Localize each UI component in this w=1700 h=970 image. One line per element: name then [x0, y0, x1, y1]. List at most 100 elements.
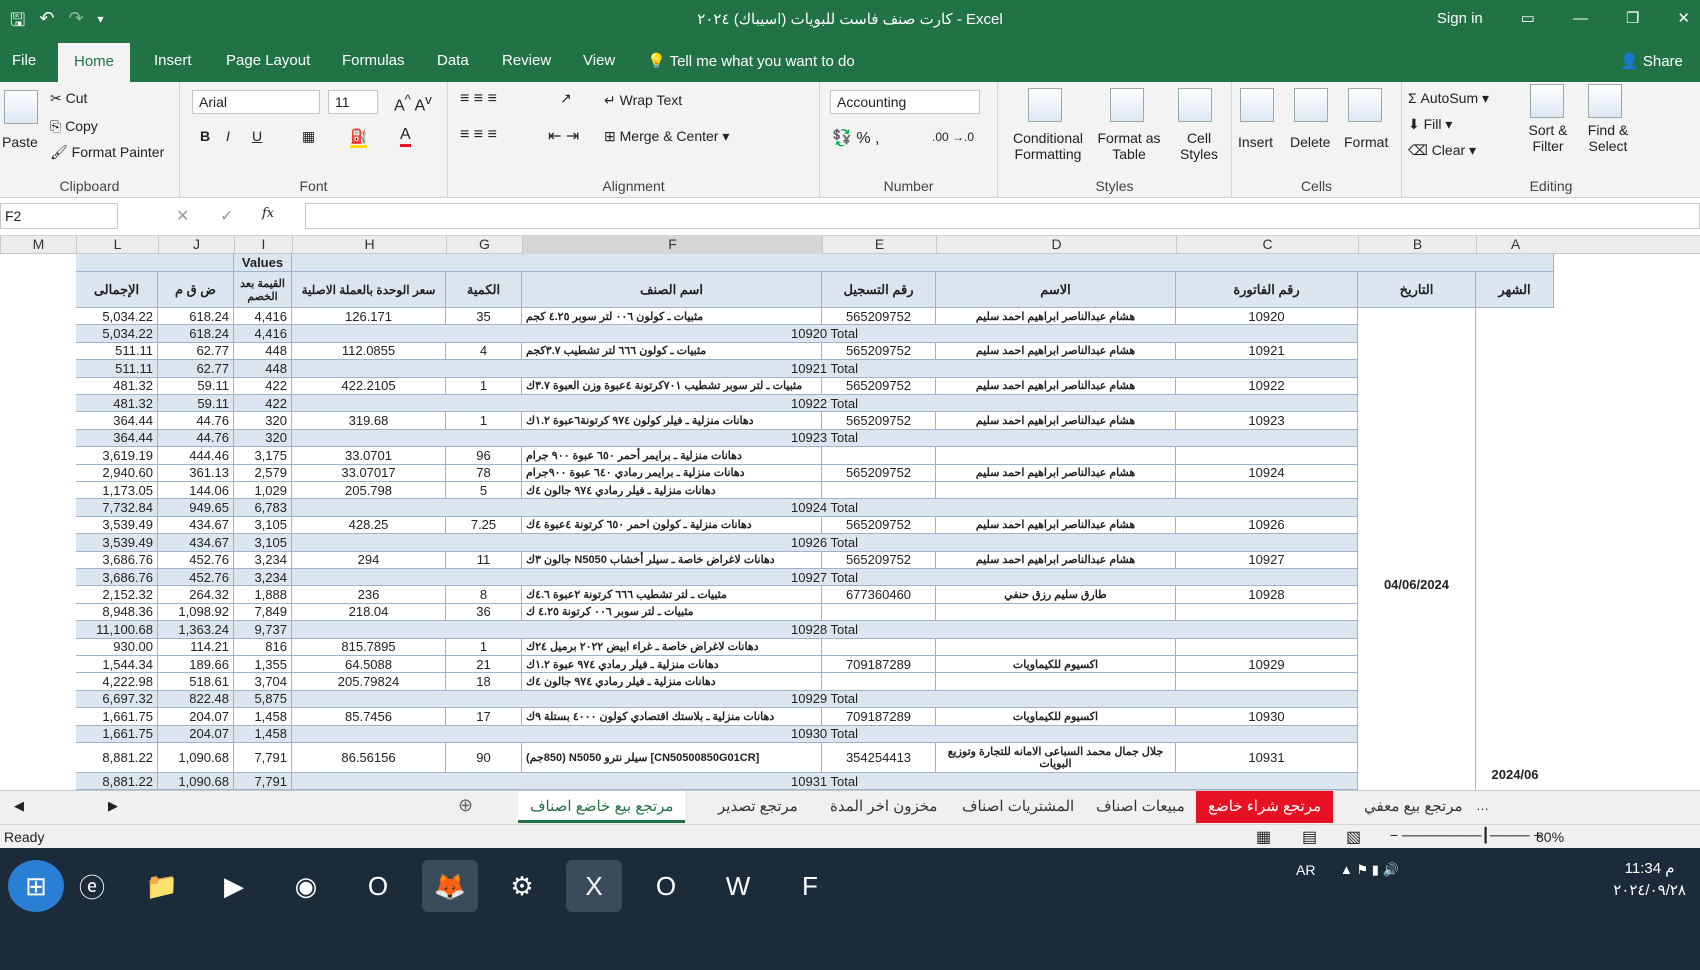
cell-L[interactable]: 481.32 — [76, 377, 158, 395]
cell-I[interactable]: 3,704 — [234, 673, 292, 691]
name-box[interactable]: F2 — [0, 203, 118, 229]
excel-icon[interactable]: X — [566, 860, 622, 912]
tab-review[interactable]: Review — [502, 52, 551, 69]
cell-J[interactable]: 434.67 — [158, 516, 234, 535]
sheet-tab-6[interactable]: مرتجع بيع معفي — [1352, 791, 1475, 823]
grow-font-icon[interactable]: A^ Av — [394, 92, 432, 115]
cell-L[interactable]: 4,222.98 — [76, 673, 158, 691]
col-header-H[interactable]: H — [292, 236, 446, 254]
cell-G[interactable]: 4 — [446, 342, 522, 361]
cell-E[interactable]: 565209752 — [822, 377, 936, 395]
cell-D[interactable] — [936, 603, 1176, 622]
find-select-icon[interactable] — [1588, 84, 1622, 118]
tab-view[interactable]: View — [583, 52, 615, 69]
ie-icon[interactable]: ⓔ — [64, 860, 120, 912]
cell-D[interactable]: هشام عبدالناصر ابراهيم احمد سليم — [936, 342, 1176, 361]
align-top-icon[interactable]: ≡ ≡ ≡ — [460, 90, 497, 108]
cell-I[interactable]: 448 — [234, 342, 292, 361]
new-sheet-icon[interactable]: ⊕ — [458, 795, 473, 816]
col-header-C[interactable]: C — [1176, 236, 1358, 254]
cell-J[interactable]: 518.61 — [158, 673, 234, 691]
cell-H[interactable]: 126.171 — [292, 308, 446, 326]
tray-icons[interactable]: ▲ ⚑ ▮ 🔊 — [1340, 862, 1399, 878]
cell-J[interactable]: 59.11 — [158, 395, 234, 413]
cell-J[interactable]: 204.07 — [158, 708, 234, 726]
borders-icon[interactable]: ▦ — [302, 128, 315, 145]
cell-D[interactable] — [936, 638, 1176, 656]
cell-G[interactable]: 18 — [446, 673, 522, 691]
sheet-tab-1[interactable]: مرتجع تصدير — [706, 791, 810, 823]
cell-I[interactable]: 4,416 — [234, 325, 292, 343]
fill-button[interactable]: ⬇ Fill ▾ — [1408, 116, 1452, 133]
header-D[interactable]: الاسم — [936, 272, 1176, 308]
language-indicator[interactable]: AR — [1296, 862, 1315, 878]
cell-D[interactable]: اكسيوم للكيماويات — [936, 656, 1176, 674]
cell-J[interactable]: 434.67 — [158, 534, 234, 552]
col-header-M[interactable]: M — [0, 236, 76, 254]
tab-page-layout[interactable]: Page Layout — [226, 52, 310, 69]
cell-G[interactable]: 96 — [446, 447, 522, 465]
indent-icon[interactable]: ⇤ ⇥ — [548, 126, 579, 146]
cell-F[interactable]: دهانات منزلية ـ برايمر رمادي ٦٤٠ عبوة ٩٠… — [522, 464, 822, 482]
cell-D[interactable]: طارق سليم رزق حنفي — [936, 586, 1176, 604]
cell-H[interactable]: 428.25 — [292, 516, 446, 535]
cell-F[interactable]: مثبيات ـ لتر تشطيب ٦٦٦ كرتونة ٢عبوة ٤.٦ك — [522, 586, 822, 604]
col-header-F[interactable]: F — [522, 236, 822, 254]
restore-icon[interactable]: ❐ — [1626, 9, 1639, 27]
cell-L[interactable]: 8,881.22 — [76, 743, 158, 773]
cell-C[interactable]: 10924 — [1176, 464, 1358, 482]
cell-C[interactable] — [1176, 447, 1358, 465]
cell-C[interactable]: 10927 — [1176, 551, 1358, 569]
cell-H[interactable]: 86.56156 — [292, 743, 446, 773]
cell-G[interactable]: 11 — [446, 551, 522, 569]
cell-C[interactable]: 10920 — [1176, 308, 1358, 326]
game-icon[interactable]: F — [782, 860, 838, 912]
enter-icon[interactable]: ✓ — [220, 206, 233, 226]
more-sheets-icon[interactable]: … — [1476, 798, 1489, 813]
cell-E[interactable] — [822, 482, 936, 500]
cell-I[interactable]: 3,175 — [234, 447, 292, 465]
cell-C[interactable]: 10921 — [1176, 342, 1358, 361]
explorer-icon[interactable]: 📁 — [134, 860, 190, 912]
start-icon[interactable]: ⊞ — [8, 860, 64, 912]
cell-I[interactable]: 9,737 — [234, 621, 292, 639]
cell-L[interactable]: 5,034.22 — [76, 325, 158, 343]
cell-I[interactable]: 3,105 — [234, 534, 292, 552]
conditional-formatting-icon[interactable] — [1028, 88, 1062, 122]
cell-L[interactable]: 3,539.49 — [76, 516, 158, 535]
format-cells-icon[interactable] — [1348, 88, 1382, 122]
scroll-left-icon[interactable]: ◀ — [14, 798, 24, 814]
cell-E[interactable]: 565209752 — [822, 342, 936, 361]
cell-F[interactable]: دهانات لاغراض خاصة ـ غراء ابيض ٢٠٢٢ برمي… — [522, 638, 822, 656]
cell-E[interactable]: 565209752 — [822, 308, 936, 326]
cell-C[interactable]: 10923 — [1176, 412, 1358, 430]
col-header-D[interactable]: D — [936, 236, 1176, 254]
sheet-tab-4[interactable]: مبيعات اصناف — [1084, 791, 1197, 823]
cell-F[interactable]: دهانات منزلية ـ برايمر أحمر ٦٥٠ عبوة ٩٠٠… — [522, 447, 822, 465]
underline-icon[interactable]: U — [252, 128, 262, 144]
cell-L[interactable]: 364.44 — [76, 412, 158, 430]
cancel-icon[interactable]: ✕ — [176, 206, 189, 226]
cell-I[interactable]: 448 — [234, 360, 292, 378]
sheet-tab-0[interactable]: مرتجع بيع خاضع اصناف — [518, 791, 686, 823]
cell-J[interactable]: 44.76 — [158, 429, 234, 448]
header-C[interactable]: رقم الفاتورة — [1176, 272, 1358, 308]
cell-G[interactable]: 21 — [446, 656, 522, 674]
cell-F[interactable]: دهانات منزلية ـ بلاستك اقتصادي كولون ٤٠٠… — [522, 708, 822, 726]
cell-J[interactable]: 44.76 — [158, 412, 234, 430]
cell-J[interactable]: 264.32 — [158, 586, 234, 604]
cell-C[interactable] — [1176, 638, 1358, 656]
cell-J[interactable]: 62.77 — [158, 342, 234, 361]
cell-J[interactable]: 1,098.92 — [158, 603, 234, 622]
opera-icon[interactable]: O — [350, 860, 406, 912]
cell-E[interactable]: 709187289 — [822, 708, 936, 726]
cell-F[interactable]: مثبيات ـ كولون ٦٦٦ لتر تشطيب ٣.٧كجم — [522, 342, 822, 361]
cell-G[interactable]: 1 — [446, 377, 522, 395]
format-cells-button[interactable]: Format — [1344, 134, 1388, 150]
cell-I[interactable]: 5,875 — [234, 690, 292, 709]
subtotal-label[interactable]: 10923 Total — [292, 429, 1358, 448]
header-A[interactable]: الشهر — [1476, 272, 1554, 308]
cell-E[interactable]: 677360460 — [822, 586, 936, 604]
cell-F[interactable]: دهانات منزلية ـ فيلر رمادي ٩٧٤ عبوة ١.٢ك — [522, 656, 822, 674]
subtotal-label[interactable]: 10929 Total — [292, 690, 1358, 709]
